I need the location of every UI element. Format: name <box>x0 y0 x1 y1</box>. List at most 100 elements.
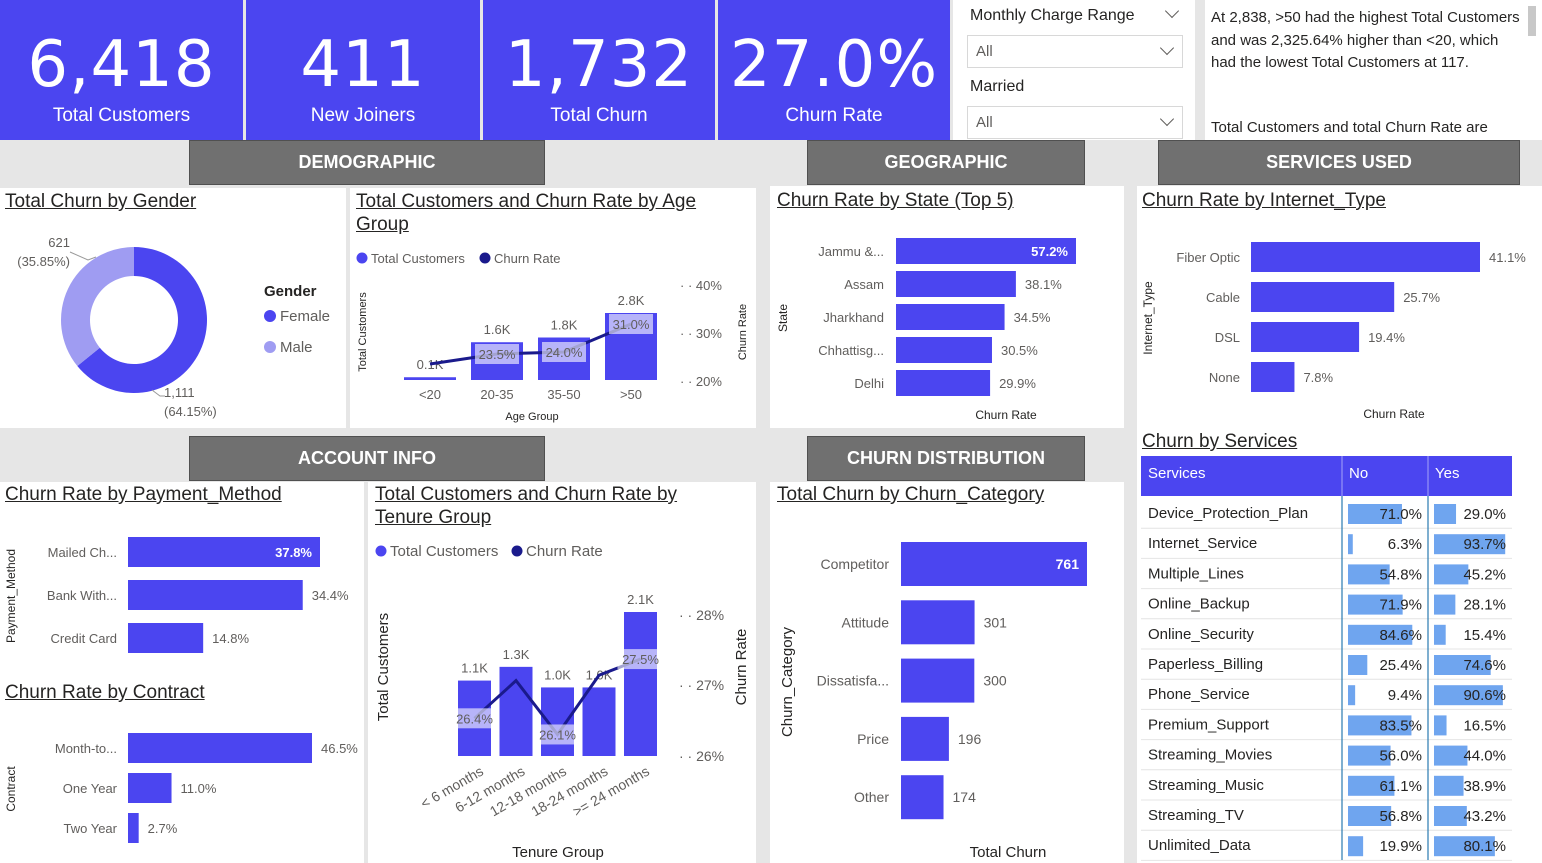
legend-label: Total Customers <box>371 251 465 266</box>
bar-data-label: 2.8K <box>618 293 645 308</box>
yes-databar <box>1434 594 1456 615</box>
yes-value: 44.0% <box>1463 748 1506 765</box>
bar-data-label: 1.8K <box>551 318 578 333</box>
y2-tick-label: · · 40% <box>680 278 722 293</box>
no-databar <box>1348 534 1353 555</box>
y-tick-label: One Year <box>63 781 118 796</box>
y2-axis-title: Churn Rate <box>737 304 749 360</box>
y-tick-label: Chhattisg... <box>818 343 884 358</box>
bar-data-label: 34.5% <box>1014 310 1051 325</box>
hbar-3 <box>1251 362 1295 392</box>
charts-canvas: 621 (35.85%) 1,111 (64.15%) Gender Female Male… <box>4 235 1526 861</box>
y2-tick-label: · · 20% <box>680 374 722 389</box>
y-tick-label: Two Year <box>64 821 118 836</box>
bar-data-label: 2.1K <box>627 592 654 607</box>
legend-marker <box>264 341 276 353</box>
bar-data-label: 174 <box>953 789 977 805</box>
bar-data-label: 1.6K <box>484 322 511 337</box>
table-service-name: Streaming_TV <box>1148 807 1244 824</box>
no-value: 61.1% <box>1379 778 1422 795</box>
y-axis-title: State <box>776 304 790 332</box>
hbar-0 <box>1251 242 1480 272</box>
hbar-2 <box>896 304 1005 330</box>
yes-value: 80.1% <box>1463 838 1506 855</box>
donut-slice-male <box>61 247 134 367</box>
legend-label: Female <box>280 308 330 325</box>
x-tick-label: >50 <box>620 387 642 402</box>
hbar-4 <box>896 370 991 396</box>
y-tick-label: Mailed Ch... <box>48 545 117 560</box>
no-databar <box>1348 685 1356 706</box>
no-value: 54.8% <box>1379 566 1422 583</box>
no-databar <box>1348 836 1364 857</box>
bar-data-label: 14.8% <box>212 631 249 646</box>
leader-line <box>69 251 97 261</box>
bar-data-label: 7.8% <box>1303 370 1333 385</box>
y-axis-title: Payment_Method <box>4 549 18 643</box>
x-axis-title: Age Group <box>505 411 558 423</box>
y-tick-label: Other <box>854 789 889 805</box>
no-value: 71.9% <box>1379 597 1422 614</box>
hbar-1 <box>128 773 172 803</box>
hbar-0 <box>128 733 312 763</box>
table-service-name: Paperless_Billing <box>1148 656 1263 673</box>
yes-databar <box>1434 806 1467 826</box>
bar-data-label: 11.0% <box>181 781 217 796</box>
y-tick-label: Dissatisfa... <box>817 673 889 689</box>
y-axis-title: Churn_Category <box>779 626 796 737</box>
table-service-name: Online_Security <box>1148 626 1254 643</box>
slice-label: 621 <box>48 235 70 250</box>
hbar-2 <box>901 658 975 703</box>
y-tick-label: DSL <box>1215 330 1240 345</box>
bar-data-label: 30.5% <box>1001 343 1038 358</box>
legend-marker <box>356 252 368 264</box>
bar-data-label: 37.8% <box>275 545 312 560</box>
yes-value: 38.9% <box>1463 778 1506 795</box>
bar-data-label: 29.9% <box>999 376 1036 391</box>
line-data-label: 26.1% <box>539 727 576 742</box>
line-data-label: 23.5% <box>479 347 516 362</box>
bar-data-label: 1.3K <box>503 647 530 662</box>
bar-data-label: 300 <box>983 673 1007 689</box>
hbar-4 <box>901 775 944 820</box>
table-service-name: Phone_Service <box>1148 686 1250 703</box>
yes-databar <box>1434 624 1446 645</box>
y-tick-label: Attitude <box>842 614 890 630</box>
table-service-name: Streaming_Music <box>1148 777 1264 794</box>
table-service-name: Unlimited_Data <box>1148 837 1251 854</box>
bar-3 <box>582 687 616 756</box>
legend-marker <box>375 545 387 557</box>
y-tick-label: Competitor <box>821 556 890 572</box>
bar-data-label: 38.1% <box>1025 277 1062 292</box>
hbar-1 <box>896 271 1016 297</box>
table-header-cell: No <box>1349 465 1368 482</box>
legend-label: Total Customers <box>390 543 498 560</box>
y-tick-label: Fiber Optic <box>1176 250 1240 265</box>
y-tick-label: Month-to... <box>55 741 117 756</box>
x-axis-title: Tenure Group <box>512 844 604 861</box>
bar-data-label: 761 <box>1056 556 1080 572</box>
table-service-name: Streaming_Movies <box>1148 747 1272 764</box>
x-axis-title: Churn Rate <box>1363 407 1425 421</box>
no-value: 56.8% <box>1379 808 1422 825</box>
bar-data-label: 301 <box>984 614 1008 630</box>
table-service-name: Internet_Service <box>1148 535 1257 552</box>
yes-value: 93.7% <box>1463 536 1506 553</box>
hbar-1 <box>128 580 303 610</box>
y-axis-title: Contract <box>4 766 18 812</box>
x-axis-title: Total Churn <box>970 844 1047 861</box>
yes-databar <box>1434 775 1464 796</box>
yes-value: 29.0% <box>1463 506 1506 523</box>
y2-axis-title: Churn Rate <box>733 629 750 706</box>
table-service-name: Online_Backup <box>1148 596 1250 613</box>
yes-value: 74.6% <box>1463 657 1506 674</box>
y-tick-label: None <box>1209 370 1240 385</box>
y-tick-label: Assam <box>844 277 884 292</box>
y-tick-label: Jharkhand <box>823 310 884 325</box>
no-value: 84.6% <box>1379 627 1422 644</box>
bar-data-label: 1.0K <box>544 667 571 682</box>
y2-tick-label: · · 30% <box>680 326 722 341</box>
line-data-label: 31.0% <box>613 317 650 332</box>
hbar-3 <box>896 337 992 363</box>
hbar-2 <box>128 813 139 843</box>
